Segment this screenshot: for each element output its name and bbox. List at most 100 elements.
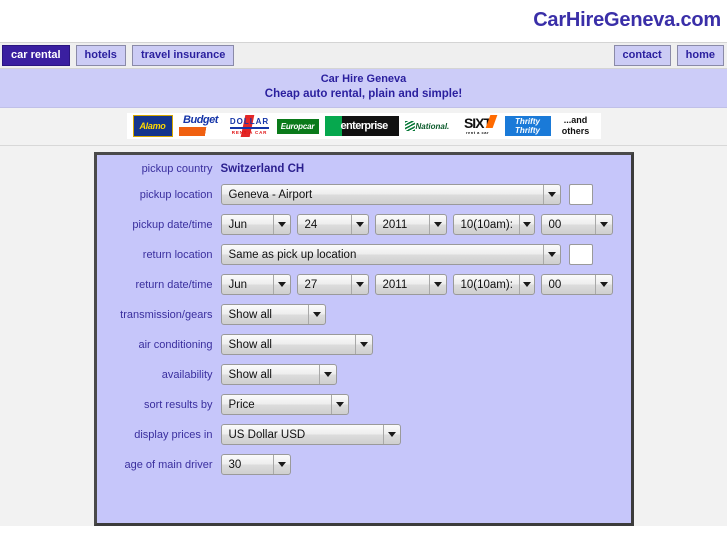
chevron-down-icon[interactable] (350, 275, 368, 294)
select-availability-value: Show all (228, 368, 272, 381)
chevron-down-icon[interactable] (518, 215, 534, 234)
chevron-down-icon[interactable] (594, 275, 612, 294)
label-return-location: return location (142, 248, 213, 261)
select-transmission-value: Show all (228, 308, 272, 321)
chevron-down-icon[interactable] (272, 275, 290, 294)
sixt-logo: SIXT rent a car (456, 114, 499, 138)
select-sort-results[interactable]: Price (220, 394, 349, 415)
chevron-down-icon[interactable] (382, 425, 400, 444)
select-pickup-minute-value: 00 (548, 218, 562, 231)
select-return-location-value: Same as pick up location (228, 248, 357, 261)
select-air-conditioning[interactable]: Show all (220, 334, 373, 355)
select-pickup-year-value: 2011 (382, 218, 408, 231)
value-pickup-country: Switzerland CH (220, 163, 305, 175)
chevron-down-icon[interactable] (272, 455, 290, 474)
chevron-down-icon[interactable] (594, 215, 612, 234)
label-pickup-location: pickup location (139, 188, 213, 201)
chevron-down-icon[interactable] (542, 185, 560, 204)
label-transmission: transmission/gears (120, 308, 213, 321)
page-title: Car Hire Geneva (320, 73, 407, 85)
and-others-line1: ...and (563, 115, 588, 125)
chevron-down-icon[interactable] (330, 395, 348, 414)
page-title-band: Car Hire Geneva Cheap auto rental, plain… (0, 69, 727, 108)
row-sort-results: sort results by Price (97, 394, 631, 415)
partner-logo-strip: Alamo Budget DOLLAR RENT A CAR Europcar … (126, 113, 601, 139)
row-availability: availability Show all (97, 364, 631, 385)
select-sort-results-value: Price (228, 398, 255, 411)
select-return-hour[interactable]: 10(10am): (452, 274, 535, 295)
select-pickup-location[interactable]: Geneva - Airport (220, 184, 561, 205)
nav-link-contact[interactable]: contact (613, 45, 671, 66)
page-header: CarHireGeneva.com (0, 0, 727, 42)
select-return-year[interactable]: 2011 (374, 274, 447, 295)
nav-tab-hotels[interactable]: hotels (75, 45, 126, 66)
thrifty-logo-text: Thrifty (515, 117, 540, 126)
form-panel-area: pickup country Switzerland CH pickup loc… (0, 146, 727, 526)
return-location-detail-input[interactable] (568, 244, 593, 265)
select-pickup-location-value: Geneva - Airport (228, 188, 313, 201)
select-availability[interactable]: Show all (220, 364, 337, 385)
budget-logo-text: Budget (183, 114, 218, 126)
main-navigation: car rental hotels travel insurance conta… (0, 42, 727, 69)
select-return-location[interactable]: Same as pick up location (220, 244, 561, 265)
row-pickup-country: pickup country Switzerland CH (97, 163, 631, 175)
chevron-down-icon[interactable] (518, 275, 534, 294)
enterprise-logo-text: enterprise (340, 120, 389, 132)
select-display-currency[interactable]: US Dollar USD (220, 424, 401, 445)
alamo-logo: Alamo (132, 115, 173, 137)
nav-right-group: contact home (613, 45, 724, 66)
chevron-down-icon[interactable] (428, 275, 446, 294)
label-pickup-datetime: pickup date/time (132, 218, 213, 231)
row-driver-age: age of main driver 30 (97, 454, 631, 475)
row-air-conditioning: air conditioning Show all (97, 334, 631, 355)
select-pickup-month-value: Jun (228, 218, 248, 231)
select-return-minute-value: 00 (548, 278, 562, 291)
nav-tab-travel-insurance[interactable]: travel insurance (131, 45, 235, 66)
nav-link-home[interactable]: home (676, 45, 724, 66)
select-driver-age[interactable]: 30 (220, 454, 291, 475)
chevron-down-icon[interactable] (354, 335, 372, 354)
select-pickup-day[interactable]: 24 (296, 214, 369, 235)
label-return-datetime: return date/time (135, 278, 213, 291)
national-logo: National. (404, 118, 451, 134)
and-others-label: ...and others (556, 114, 595, 138)
select-return-day[interactable]: 27 (296, 274, 369, 295)
select-transmission[interactable]: Show all (220, 304, 326, 325)
thrifty-logo-text-shadow: Thrifty (515, 126, 540, 135)
select-return-day-value: 27 (304, 278, 318, 291)
dollar-logo-text: DOLLAR (229, 117, 270, 129)
chevron-down-icon[interactable] (542, 245, 560, 264)
thrifty-logo: Thrifty Thrifty (504, 116, 551, 136)
chevron-down-icon[interactable] (307, 305, 325, 324)
chevron-down-icon[interactable] (428, 215, 446, 234)
chevron-down-icon[interactable] (350, 215, 368, 234)
row-return-location: return location Same as pick up location (97, 244, 631, 265)
national-logo-stripes (404, 121, 415, 131)
select-return-hour-value: 10(10am): (460, 278, 513, 291)
label-display-prices: display prices in (134, 428, 213, 441)
pickup-location-detail-input[interactable] (568, 184, 593, 205)
row-return-datetime: return date/time Jun 27 2011 10(10am): 0… (97, 274, 631, 295)
select-pickup-month[interactable]: Jun (220, 214, 291, 235)
select-pickup-year[interactable]: 2011 (374, 214, 447, 235)
chevron-down-icon[interactable] (272, 215, 290, 234)
budget-logo-swoosh (178, 126, 223, 136)
select-return-month[interactable]: Jun (220, 274, 291, 295)
select-pickup-minute[interactable]: 00 (540, 214, 613, 235)
enterprise-logo-block (324, 116, 342, 136)
select-pickup-day-value: 24 (304, 218, 318, 231)
label-availability: availability (161, 368, 213, 381)
select-return-minute[interactable]: 00 (540, 274, 613, 295)
row-pickup-location: pickup location Geneva - Airport (97, 184, 631, 205)
nav-tab-car-rental[interactable]: car rental (2, 45, 70, 66)
label-driver-age: age of main driver (124, 458, 213, 471)
chevron-down-icon[interactable] (318, 365, 336, 384)
national-logo-text: National. (415, 121, 450, 131)
select-return-year-value: 2011 (382, 278, 408, 291)
budget-logo: Budget (178, 114, 223, 138)
select-display-currency-value: US Dollar USD (228, 428, 306, 441)
car-rental-search-form: pickup country Switzerland CH pickup loc… (93, 152, 634, 526)
select-driver-age-value: 30 (228, 458, 242, 471)
select-pickup-hour[interactable]: 10(10am): (452, 214, 535, 235)
and-others-line2: others (561, 126, 590, 136)
